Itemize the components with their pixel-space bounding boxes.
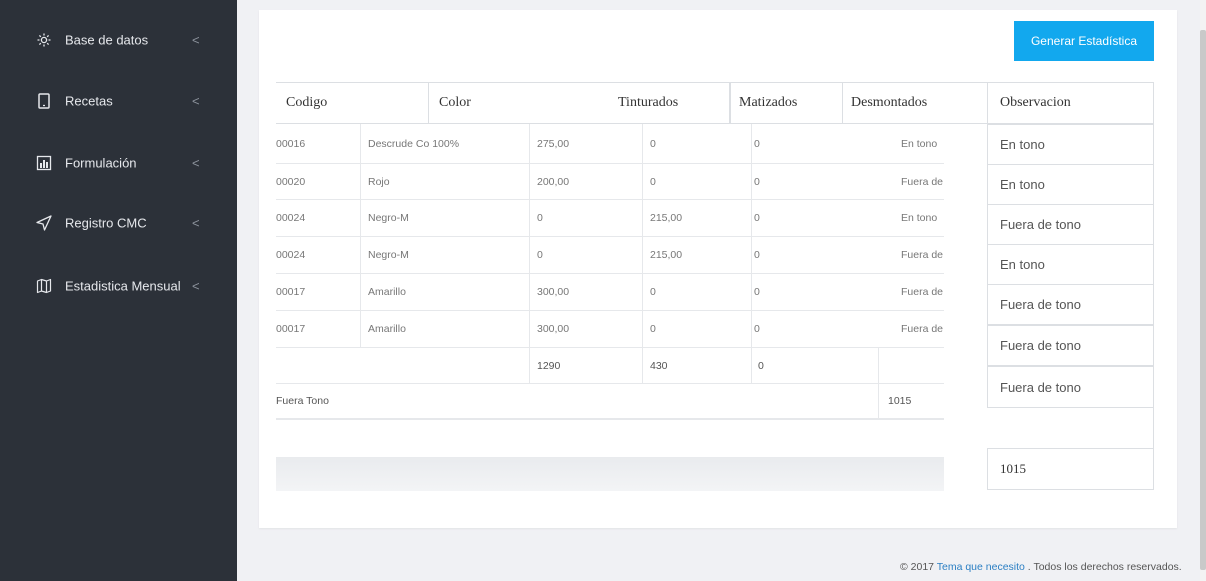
cell-color: Rojo: [368, 175, 390, 188]
cell-estado: Fuera de: [901, 323, 944, 335]
sidebar-item-base-de-datos[interactable]: Base de datos <: [0, 20, 237, 60]
cell-codigo: 00016: [276, 137, 306, 150]
cell-estado: En tono: [901, 212, 938, 224]
send-icon: [35, 214, 53, 232]
chevron-left-icon: <: [192, 278, 200, 294]
cell-desmontados: 0: [754, 286, 760, 298]
scrollbar-thumb[interactable]: [1200, 30, 1206, 570]
totals-row: 1290 430 0: [276, 348, 944, 384]
sidebar-item-registro-cmc[interactable]: Registro CMC <: [0, 203, 237, 243]
chevron-left-icon: <: [192, 155, 200, 171]
footer-suffix: . Todos los derechos reservados.: [1024, 561, 1182, 573]
tablet-icon: [35, 92, 53, 110]
cell-desmontados: 0: [754, 212, 760, 224]
cell-tinturados: 0: [537, 212, 543, 224]
generate-statistics-button[interactable]: Generar Estadística: [1014, 21, 1154, 61]
table-row: 00017 Amarillo 300,00 0 0 Fuera de: [276, 274, 944, 311]
observacion-cell: En tono: [987, 244, 1154, 285]
cell-tinturados: 300,00: [537, 286, 570, 298]
cell-codigo: 00017: [276, 286, 306, 298]
col-header-observacion-wrap: Observacion: [987, 82, 1154, 124]
footer: © 2017 Tema que necesito . Todos los der…: [900, 561, 1182, 573]
bar-chart-icon: [35, 154, 53, 172]
fuera-tono-value: 1015: [888, 395, 912, 407]
cell-color: Amarillo: [368, 286, 406, 298]
observacion-cell: [987, 407, 1154, 449]
table-row: 00024 Negro-M 0 215,00 0 Fuera de: [276, 237, 944, 274]
cell-matizados: 215,00: [650, 249, 683, 261]
scroll-region: [276, 457, 944, 491]
table-row: 00024 Negro-M 0 215,00 0 En tono: [276, 200, 944, 237]
cell-estado: Fuera de: [901, 249, 944, 261]
total-matizados: 430: [650, 359, 668, 372]
cell-codigo: 00020: [276, 175, 306, 188]
cell-estado: Fuera de: [901, 175, 944, 188]
sidebar-item-formulacion[interactable]: Formulación <: [0, 143, 237, 183]
cell-tinturados: 300,00: [537, 323, 570, 335]
chevron-left-icon: <: [192, 32, 200, 48]
cell-tinturados: 0: [537, 249, 543, 261]
col-header-desmontados: Desmontados: [851, 95, 928, 110]
cell-estado: En tono: [901, 137, 938, 150]
cell-tinturados: 275,00: [537, 137, 570, 150]
cell-tinturados: 200,00: [537, 175, 570, 188]
sidebar-item-label: Formulación: [65, 155, 137, 171]
cell-codigo: 00024: [276, 212, 306, 224]
table-row: 00016 Descrude Co 100% 275,00 0 0 En ton…: [276, 124, 944, 164]
observacion-cell: Fuera de tono: [987, 284, 1154, 325]
cell-color: Negro-M: [368, 212, 409, 224]
cell-matizados: 0: [650, 286, 656, 298]
sidebar-item-label: Estadistica Mensual: [65, 278, 181, 294]
cell-matizados: 215,00: [650, 212, 683, 224]
cell-color: Negro-M: [368, 249, 409, 261]
cell-color: Descrude Co 100%: [368, 137, 460, 150]
table-row: 00020 Rojo 200,00 0 0 Fuera de: [276, 164, 944, 200]
col-header-tinturados: Tinturados: [611, 83, 731, 123]
cell-matizados: 0: [650, 175, 656, 188]
observacion-total: 1015: [987, 448, 1154, 490]
sidebar-item-estadistica-mensual[interactable]: Estadistica Mensual <: [0, 266, 237, 306]
gear-icon: [35, 31, 53, 49]
observacion-cell: Fuera de tono: [987, 325, 1154, 366]
col-header-codigo: Codigo: [276, 83, 429, 123]
sidebar-item-label: Base de datos: [65, 32, 149, 48]
cell-codigo: 00017: [276, 323, 306, 335]
cell-desmontados: 0: [754, 323, 760, 335]
cell-desmontados: 0: [754, 137, 760, 150]
cell-estado: Fuera de: [901, 286, 944, 298]
cell-matizados: 0: [650, 137, 656, 150]
cell-desmontados: 0: [754, 249, 760, 261]
fuera-tono-row: Fuera Tono 1015: [276, 384, 944, 420]
observacion-cell: Fuera de tono: [987, 366, 1154, 408]
total-desmontados: 0: [758, 359, 764, 372]
cell-color: Amarillo: [368, 323, 406, 335]
col-header-observacion: Observacion: [1000, 95, 1071, 110]
cell-codigo: 00024: [276, 249, 306, 261]
footer-link[interactable]: Tema que necesito: [937, 561, 1025, 573]
sidebar-item-recetas[interactable]: Recetas <: [0, 81, 237, 121]
total-tinturados: 1290: [537, 359, 561, 372]
cell-desmontados: 0: [754, 175, 760, 188]
table-row: 00017 Amarillo 300,00 0 0 Fuera de: [276, 311, 944, 348]
cell-matizados: 0: [650, 323, 656, 335]
sidebar-item-label: Recetas: [65, 93, 113, 109]
observacion-cell: En tono: [987, 164, 1154, 205]
sidebar: Base de datos < Recetas < Formulación < …: [0, 0, 237, 581]
footer-prefix: © 2017: [900, 561, 937, 573]
col-header-matizados: Matizados: [731, 83, 843, 123]
fuera-tono-label: Fuera Tono: [276, 395, 329, 407]
map-icon: [35, 277, 53, 295]
observacion-cell: Fuera de tono: [987, 204, 1154, 245]
table-header: Codigo Color Tinturados Matizados Desmon…: [276, 82, 987, 124]
inner-table: 00016 Descrude Co 100% 275,00 0 0 En ton…: [276, 124, 944, 491]
observacion-cell: En tono: [987, 124, 1154, 165]
chevron-left-icon: <: [192, 93, 200, 109]
chevron-left-icon: <: [192, 215, 200, 231]
sidebar-item-label: Registro CMC: [65, 215, 147, 231]
